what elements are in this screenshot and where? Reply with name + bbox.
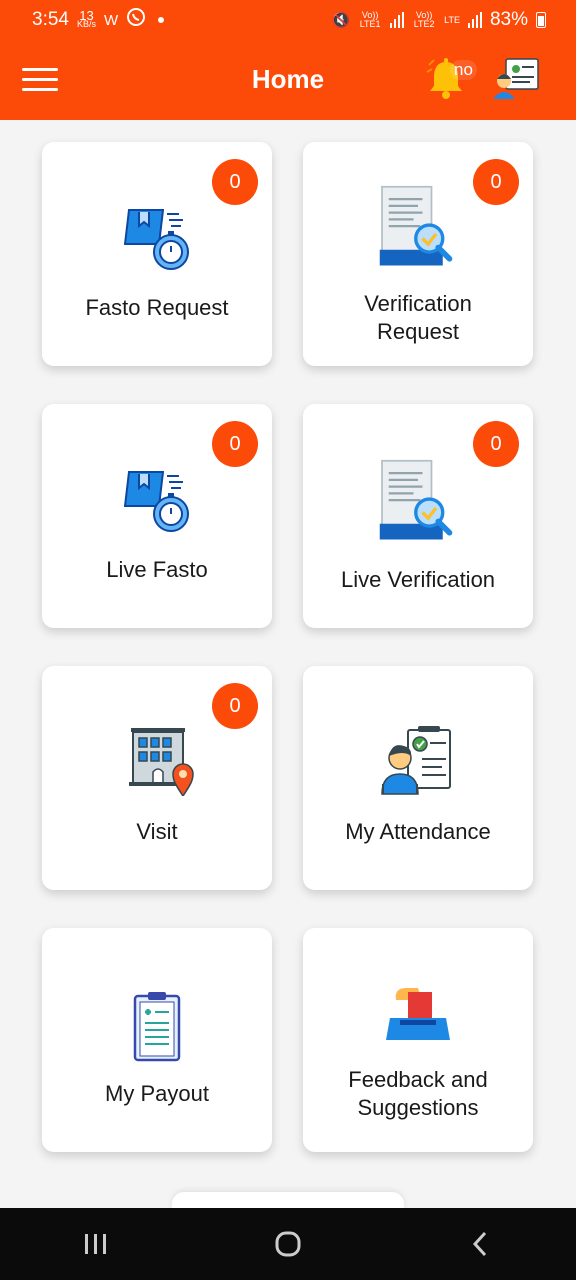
back-chevron-icon bbox=[472, 1231, 487, 1257]
card-label: Live Fasto bbox=[106, 557, 208, 582]
card-label: Verification Request bbox=[364, 291, 472, 344]
system-nav-bar bbox=[0, 1208, 576, 1280]
signal-icon bbox=[467, 12, 482, 28]
user-profile-icon bbox=[493, 58, 539, 99]
document-verification-icon bbox=[379, 459, 453, 540]
card-label: Visit bbox=[136, 819, 178, 844]
card-label: Feedback and Suggestions bbox=[348, 1067, 488, 1120]
back-button[interactable] bbox=[450, 1214, 510, 1274]
app-bar: Home no bbox=[0, 40, 576, 120]
signal-icon bbox=[390, 12, 405, 28]
user-profile-button[interactable] bbox=[492, 57, 540, 101]
count-badge: 0 bbox=[212, 421, 258, 467]
card-label: Fasto Request bbox=[85, 295, 229, 320]
lte-label: LTE bbox=[444, 14, 460, 25]
card-fasto-request[interactable]: 0 Fasto Request bbox=[42, 142, 272, 366]
net1-label: Vo)) LTE1 bbox=[359, 10, 381, 29]
card-feedback-suggestions[interactable]: Feedback and Suggestions bbox=[303, 928, 533, 1152]
bell-label: no bbox=[450, 60, 477, 80]
net2-label: Vo)) LTE2 bbox=[413, 10, 435, 29]
building-location-icon bbox=[129, 728, 194, 796]
card-live-fasto[interactable]: 0 Live Fasto bbox=[42, 404, 272, 628]
document-verification-icon bbox=[379, 185, 453, 266]
status-bar: 3:54 13 KB/s W 🔇 Vo)) LTE1 Vo)) LTE2 LTE… bbox=[0, 0, 576, 40]
count-badge: 0 bbox=[473, 159, 519, 205]
notification-dot-icon bbox=[158, 17, 165, 23]
card-visit[interactable]: 0 Visit bbox=[42, 666, 272, 890]
card-my-payout[interactable]: My Payout bbox=[42, 928, 272, 1152]
count-badge: 0 bbox=[212, 159, 258, 205]
attendance-checklist-icon bbox=[381, 726, 451, 795]
delivery-box-stopwatch-icon bbox=[123, 471, 189, 532]
delivery-box-stopwatch-icon bbox=[123, 209, 189, 270]
battery-percent: 83% bbox=[489, 9, 528, 30]
card-verification-request[interactable]: 0 Verification Request bbox=[303, 142, 533, 366]
home-grid: 0 Fasto Request 0 Verification Request 0… bbox=[0, 120, 576, 1208]
recents-button[interactable] bbox=[66, 1214, 126, 1274]
home-circle-icon bbox=[275, 1231, 301, 1257]
count-badge: 0 bbox=[212, 683, 258, 729]
card-label: My Attendance bbox=[345, 819, 491, 844]
whatsapp-icon bbox=[126, 7, 146, 33]
mute-icon: 🔇 bbox=[331, 12, 351, 29]
card-my-attendance[interactable]: My Attendance bbox=[303, 666, 533, 890]
notification-button[interactable]: no bbox=[422, 54, 478, 104]
wifi-calling-icon: W bbox=[104, 11, 119, 29]
card-label: My Payout bbox=[105, 1081, 209, 1106]
net-speed-unit: KB/s bbox=[76, 19, 96, 29]
status-time: 3:54 bbox=[32, 9, 69, 30]
clipboard-medical-icon bbox=[133, 992, 181, 1062]
battery-icon bbox=[536, 12, 546, 28]
page-title: Home bbox=[251, 64, 325, 94]
card-live-verification[interactable]: 0 Live Verification bbox=[303, 404, 533, 628]
recents-icon bbox=[85, 1234, 106, 1254]
ballot-box-icon bbox=[386, 988, 450, 1040]
card-label: Live Verification bbox=[340, 567, 496, 592]
count-badge: 0 bbox=[473, 421, 519, 467]
home-button[interactable] bbox=[258, 1214, 318, 1274]
